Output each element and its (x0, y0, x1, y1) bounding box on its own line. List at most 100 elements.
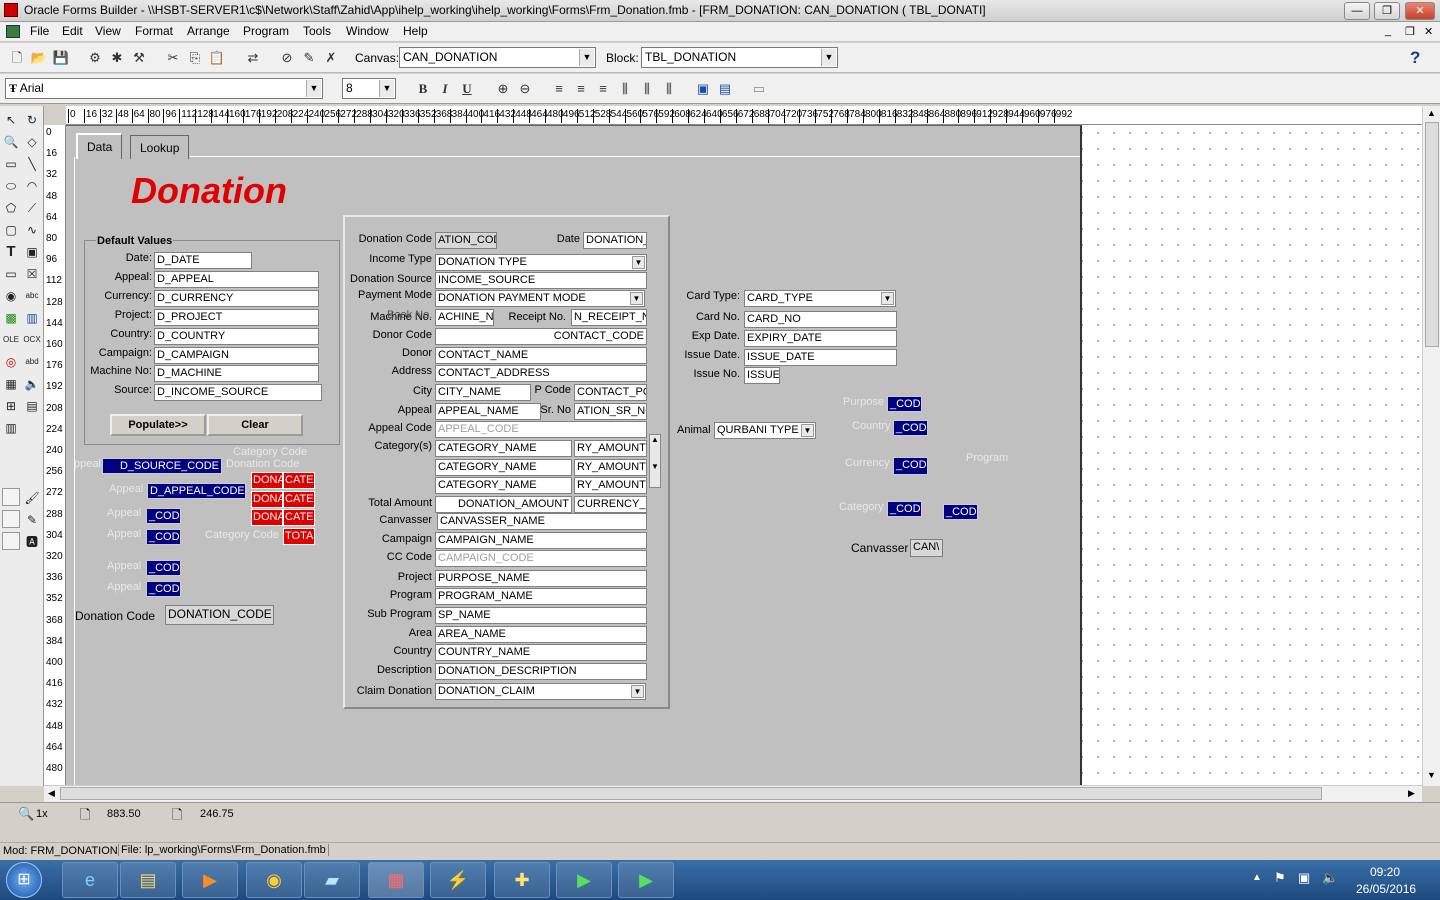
zoom-out-icon[interactable]: ⊖ (516, 80, 534, 98)
date-field[interactable]: DONATION_D (583, 232, 647, 249)
tab-data[interactable]: Data (76, 133, 123, 159)
category-amount-field[interactable]: RY_AMOUNT (574, 459, 647, 476)
scroll-up-icon[interactable]: ▲ (1427, 108, 1436, 118)
currency-code-field[interactable]: _CODE (893, 457, 928, 475)
rectangle-icon[interactable]: ▭ (1, 154, 21, 174)
radio-tool-icon[interactable]: ◉ (1, 286, 21, 306)
delete-icon[interactable]: ✗ (322, 49, 340, 67)
tab-lookup[interactable]: Lookup (130, 135, 190, 159)
appeal-code-field[interactable]: APPEAL_CODE (435, 421, 647, 438)
zoom-in-icon[interactable]: ⊕ (494, 80, 512, 98)
mdi-minimize-icon[interactable]: _ (1385, 25, 1391, 37)
category-code-field[interactable]: _CODE (887, 501, 922, 517)
menu-format[interactable]: Format (135, 24, 173, 38)
polygon-icon[interactable]: ⬠ (1, 198, 21, 218)
default-field[interactable]: D_MACHINE (154, 365, 319, 382)
freehand-icon[interactable]: ∿ (22, 220, 42, 240)
text-item-icon[interactable]: abc (22, 286, 42, 306)
bold-button[interactable]: B (414, 80, 432, 98)
copy-icon[interactable]: ⎘ (186, 49, 204, 67)
donation-code-lookup-field[interactable]: DONATION_CODE (165, 605, 274, 625)
align-left-icon[interactable]: ≡ (550, 80, 568, 98)
menu-tools[interactable]: Tools (303, 24, 331, 38)
program-code-field[interactable]: _CODE (943, 504, 978, 520)
donation-code-red-field[interactable]: DONA (251, 491, 283, 508)
code-field[interactable]: _CODE (146, 581, 181, 597)
button-tool-icon[interactable]: ▭ (1, 264, 21, 284)
align-center-icon[interactable]: ≡ (572, 80, 590, 98)
scroll-right-icon[interactable]: ▶ (1408, 788, 1415, 799)
chrome-icon[interactable]: ◉ (246, 862, 302, 898)
mdi-restore-icon[interactable]: ❐ (1405, 25, 1415, 38)
image-tool-icon[interactable]: ▩ (1, 308, 21, 328)
appeal-field[interactable]: APPEAL_NAME (435, 403, 541, 420)
tray-expand-icon[interactable]: ▲ (1252, 872, 1262, 883)
donation-code-red-field[interactable]: DONA (251, 509, 283, 526)
rotate-icon[interactable]: ↻ (22, 110, 42, 130)
scroll-left-icon[interactable]: ◀ (48, 788, 55, 799)
open-folder-icon[interactable]: 📂 (30, 49, 48, 67)
bring-front-icon[interactable]: ▣ (694, 80, 712, 98)
issue-date-field[interactable]: ISSUE_DATE (744, 349, 897, 366)
default-field[interactable]: D_INCOME_SOURCE (154, 384, 322, 401)
text-color-swatch[interactable] (2, 532, 20, 550)
horizontal-scrollbar[interactable]: ◀ ▶ (44, 785, 1422, 802)
fill-color-icon[interactable]: 🖌 (22, 488, 42, 508)
card-type-select[interactable]: CARD_TYPE ▼ (744, 290, 896, 307)
donation-code-field[interactable]: ATION_CODE (435, 232, 497, 249)
horizontal-scroll-thumb[interactable] (60, 787, 1322, 800)
run-form-icon[interactable]: ⚙ (86, 49, 104, 67)
flag-icon[interactable]: ⚑ (1274, 870, 1286, 886)
ellipse-icon[interactable]: ⬭ (1, 176, 21, 196)
arc-icon[interactable]: ◠ (22, 176, 42, 196)
internet-explorer-icon[interactable]: e (62, 862, 118, 898)
project-field[interactable]: PURPOSE_NAME (435, 570, 647, 587)
total-red-field[interactable]: TOTA (283, 528, 315, 545)
paste-icon[interactable]: 📋 (208, 49, 226, 67)
volume-icon[interactable]: 🔈 (1322, 870, 1338, 886)
fill-color-swatch[interactable] (2, 488, 20, 506)
canvasser-lookup-field[interactable]: CAN\ (910, 539, 943, 557)
bean-area-icon[interactable]: ▤ (22, 396, 42, 416)
cc-code-field[interactable]: CAMPAIGN_CODE (435, 550, 647, 567)
canvasser-field[interactable]: CANVASSER_NAME (437, 513, 647, 530)
machine-no-field[interactable]: ACHINE_NO (435, 309, 494, 326)
default-field[interactable]: D_PROJECT (154, 309, 319, 326)
vertical-scroll-thumb[interactable] (1425, 122, 1439, 347)
animal-select[interactable]: QURBANI TYPE ▼ (714, 422, 816, 439)
payment-mode-select[interactable]: DONATION PAYMENT MODE ▼ (435, 290, 645, 307)
category-red-field[interactable]: CATE (283, 491, 315, 508)
category-amount-field[interactable]: RY_AMOUNT (574, 440, 647, 457)
menu-file[interactable]: File (30, 24, 49, 38)
remote-desktop-icon[interactable]: ▶ (556, 862, 612, 898)
reshape-icon[interactable]: ◇ (22, 132, 42, 152)
category-red-field[interactable]: CATE (283, 472, 315, 489)
source-code-field[interactable]: D_SOURCE_CODE (102, 458, 222, 474)
menu-view[interactable]: View (95, 24, 121, 38)
category-red-field[interactable]: CATE (283, 509, 315, 526)
font-size-select[interactable]: 8 ▼ (342, 78, 396, 99)
donation-amount-field[interactable]: DONATION_AMOUNT (435, 496, 572, 513)
magnify-icon[interactable]: 🔍 (1, 132, 21, 152)
default-field[interactable]: D_CURRENCY (154, 290, 319, 307)
country-code-field[interactable]: _CODE (893, 420, 928, 436)
ole-tool-icon[interactable]: OLE (1, 330, 21, 350)
compile-icon[interactable]: ⚒ (130, 49, 148, 67)
tab-canvas-icon[interactable]: ▥ (1, 418, 21, 438)
issue-no-field[interactable]: ISSUE_ (744, 367, 780, 384)
default-field[interactable]: D_COUNTRY (154, 328, 319, 345)
ocx-tool-icon[interactable]: OCX (22, 330, 42, 350)
minimize-icon[interactable]: — (1344, 2, 1370, 20)
code-field[interactable]: _CODE (146, 560, 181, 576)
city-field[interactable]: CITY_NAME (435, 384, 531, 401)
country-field[interactable]: COUNTRY_NAME (435, 644, 647, 661)
debug-icon[interactable]: ✱ (108, 49, 126, 67)
frame-icon[interactable]: ▣ (22, 242, 42, 262)
default-field[interactable]: D_APPEAL (154, 271, 319, 288)
default-field[interactable]: D_DATE (154, 252, 252, 269)
create-icon[interactable]: ⊘ (278, 49, 296, 67)
menu-program[interactable]: Program (243, 24, 289, 38)
rounded-rect-icon[interactable]: ▢ (1, 220, 21, 240)
media-player-icon[interactable]: ▶ (182, 862, 238, 898)
clear-button[interactable]: Clear (207, 414, 303, 436)
